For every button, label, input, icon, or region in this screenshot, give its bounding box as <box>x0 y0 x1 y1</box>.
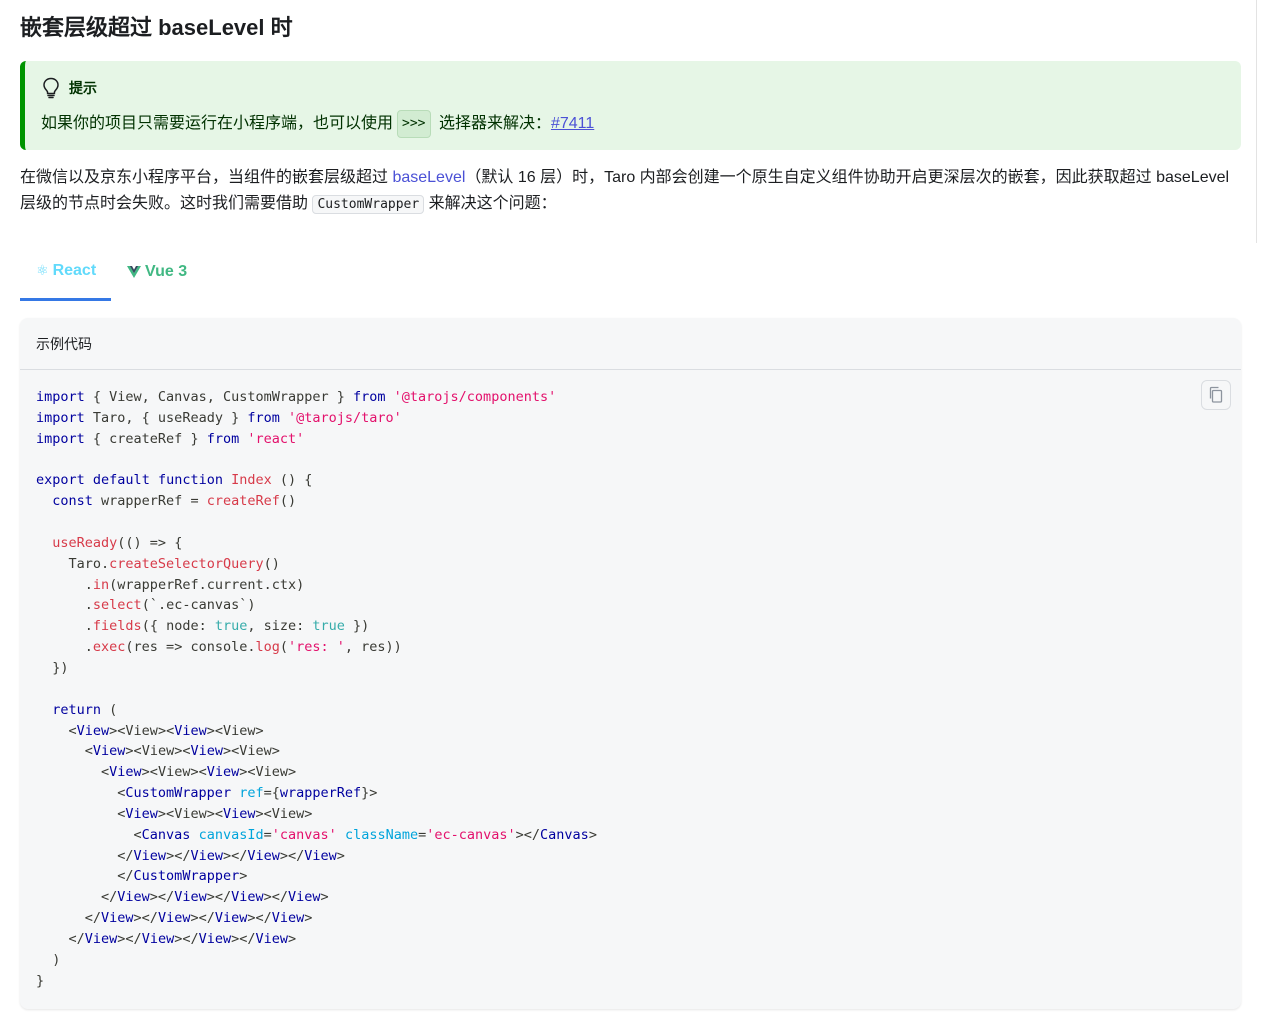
baselevel-link[interactable]: baseLevel <box>392 169 465 186</box>
tab-react-label: React <box>52 261 97 279</box>
vue-icon <box>127 266 141 278</box>
tab-react[interactable]: ⚛ React <box>20 243 111 301</box>
code-block-title: 示例代码 <box>20 318 1241 370</box>
description-paragraph: 在微信以及京东小程序平台，当组件的嵌套层级超过 baseLevel（默认 16 … <box>20 165 1241 218</box>
copy-button[interactable] <box>1201 380 1231 410</box>
framework-tabs: ⚛ React Vue 3 <box>20 243 1241 301</box>
tab-vue-label: Vue 3 <box>145 263 188 280</box>
issue-link[interactable]: #7411 <box>551 112 594 136</box>
tip-label: 提示 <box>69 80 97 96</box>
tip-admonition: 提示 如果你的项目只需要运行在小程序端，也可以使用 >>> 选择器来解决： #741… <box>20 61 1241 150</box>
paragraph-part1: 在微信以及京东小程序平台，当组件的嵌套层级超过 <box>20 169 393 186</box>
tip-body: 如果你的项目只需要运行在小程序端，也可以使用 >>> 选择器来解决： #7411 <box>41 110 1225 138</box>
tip-text-after: 选择器来解决： <box>434 115 551 132</box>
code-content: import { View, Canvas, CustomWrapper } f… <box>36 389 597 989</box>
lightbulb-icon <box>43 77 59 99</box>
paragraph-part3: 来解决这个问题： <box>424 195 557 212</box>
section-heading: 嵌套层级超过 baseLevel 时 <box>20 15 293 40</box>
code-block: 示例代码 import { View, Canvas, CustomWrappe… <box>20 318 1241 1009</box>
customwrapper-inline-code: CustomWrapper <box>312 195 425 214</box>
scrollbar-track[interactable] <box>1256 0 1257 243</box>
tab-vue[interactable]: Vue 3 <box>111 243 203 301</box>
tip-header: 提示 <box>41 76 1225 100</box>
tip-inline-code: >>> <box>397 110 431 138</box>
copy-icon <box>1209 386 1223 403</box>
tip-text-before: 如果你的项目只需要运行在小程序端，也可以使用 <box>41 115 394 132</box>
react-icon: ⚛ <box>36 262 49 278</box>
